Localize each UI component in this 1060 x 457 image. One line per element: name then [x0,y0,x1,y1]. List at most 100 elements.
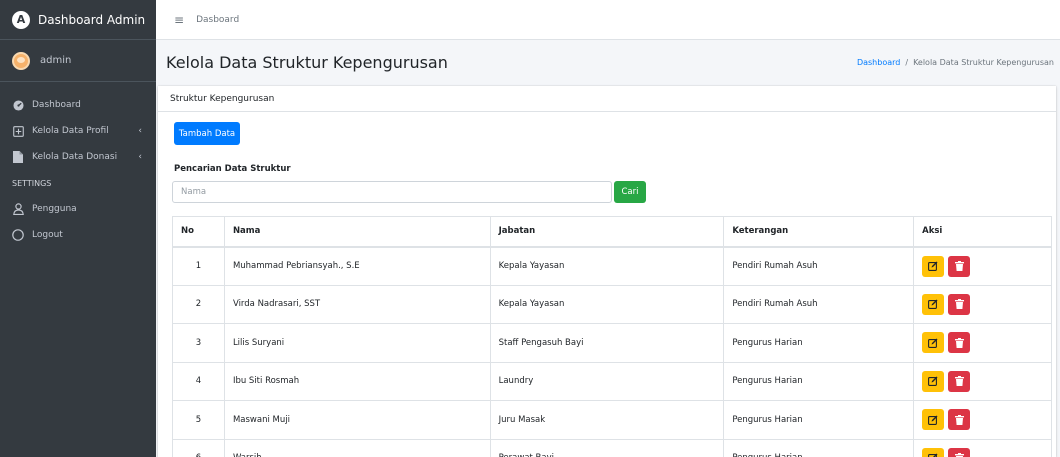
cell-keterangan: Pengurus Harian [723,438,915,457]
sidebar-item-label: Logout [32,230,63,240]
cell-nama: Ibu Siti Rosmah [223,361,491,401]
sidebar-item-label: Pengguna [32,204,77,214]
cell-aksi [913,284,1052,324]
edit-icon [928,415,938,425]
column-header-aksi: Aksi [913,216,1052,248]
sidebar-nav: Dashboard Kelola Data Profil ‹ Kelola Da… [0,82,156,248]
cell-nama: Virda Nadrasari, SST [223,284,491,324]
delete-button[interactable] [948,409,971,431]
user-panel[interactable]: admin [0,40,156,82]
cell-jabatan: Laundry [489,361,725,401]
sidebar-item-dashboard[interactable]: Dashboard [0,92,156,118]
cell-keterangan: Pengurus Harian [723,323,915,363]
column-header-jabatan: Jabatan [489,216,725,248]
trash-icon [954,299,964,310]
brand-link[interactable]: A Dashboard Admin [0,0,156,40]
table-row: 1 Muhammad Pebriansyah., S.E Kepala Yaya… [172,246,1052,286]
user-name: admin [40,55,72,66]
brand-text: Dashboard Admin [38,12,146,27]
delete-button[interactable] [948,447,971,457]
cell-nama: Warsih [223,438,491,457]
search-label: Pencarian Data Struktur [174,164,291,174]
cell-aksi [913,361,1052,401]
avatar [12,51,30,70]
breadcrumb: Dashboard / Kelola Data Struktur Kepenguru… [857,58,1054,67]
cell-no: 3 [172,323,225,363]
sidebar-item-kelola-data-donasi[interactable]: Kelola Data Donasi ‹ [0,144,156,170]
sidebar-item-label: Dashboard [32,100,81,110]
sidebar-item-kelola-data-profil[interactable]: Kelola Data Profil ‹ [0,118,156,144]
search-input[interactable] [172,181,612,203]
menu-toggle-icon[interactable]: ≡ [174,13,184,27]
edit-icon [928,338,938,348]
column-header-no: No [172,216,225,248]
cell-jabatan: Kepala Yayasan [489,284,725,324]
cell-keterangan: Pengurus Harian [723,361,915,401]
cell-no: 6 [172,438,225,457]
sidebar-item-logout[interactable]: Logout [0,222,156,248]
table-row: 6 Warsih Perawat Bayi Pengurus Harian [172,438,1052,457]
edit-icon [928,261,938,271]
top-navbar: ≡ Dasboard [156,0,1060,40]
edit-button[interactable] [922,447,945,457]
delete-button[interactable] [948,293,971,315]
breadcrumb-separator: / [905,57,909,67]
cell-aksi [913,323,1052,363]
user-icon [12,203,24,215]
table-body: 1 Muhammad Pebriansyah., S.E Kepala Yaya… [172,246,1052,457]
action-group [922,447,1051,457]
trash-icon [954,453,964,457]
sidebar-item-label: Kelola Data Profil [32,126,109,136]
trash-icon [954,376,964,387]
cell-aksi [913,438,1052,457]
edit-button[interactable] [922,293,945,315]
delete-button[interactable] [948,370,971,392]
add-data-button[interactable]: Tambah Data [174,122,240,145]
column-header-keterangan: Keterangan [723,216,915,248]
cell-nama: Muhammad Pebriansyah., S.E [223,246,491,286]
cell-jabatan: Kepala Yayasan [489,246,725,286]
brand-logo-icon: A [12,10,30,29]
cell-no: 2 [172,284,225,324]
edit-icon [928,376,938,387]
struktur-card: Struktur Kepengurusan Tambah Data Pencar… [158,86,1056,457]
sidebar-item-pengguna[interactable]: Pengguna [0,196,156,222]
table-row: 2 Virda Nadrasari, SST Kepala Yayasan Pe… [172,284,1052,324]
search-button[interactable]: Cari [614,181,646,203]
file-icon [12,151,24,163]
delete-button[interactable] [948,255,971,277]
topbar-home-link[interactable]: Dasboard [196,15,239,25]
cell-jabatan: Juru Masak [489,400,725,440]
sidebar-item-label: Kelola Data Donasi [32,152,118,162]
delete-button[interactable] [948,332,971,354]
cell-no: 5 [172,400,225,440]
breadcrumb-home-link[interactable]: Dashboard [857,58,900,67]
edit-button[interactable] [922,255,945,277]
struktur-table-wrap: No Nama Jabatan Keterangan Aksi 1 Muhamm… [172,216,1052,457]
cell-jabatan: Staff Pengasuh Bayi [489,323,725,363]
cell-no: 4 [172,361,225,401]
cell-no: 1 [172,246,225,286]
cell-keterangan: Pendiri Rumah Asuh [723,246,915,286]
chevron-left-icon: ‹ [138,152,142,162]
sidebar: A Dashboard Admin admin Dashboard Kelola… [0,0,156,457]
action-group [922,255,1051,277]
table-row: 5 Maswani Muji Juru Masak Pengurus Haria… [172,400,1052,440]
breadcrumb-current: Kelola Data Struktur Kepengurusan [913,57,1054,67]
cell-keterangan: Pendiri Rumah Asuh [723,284,915,324]
nav-header-settings: SETTINGS [12,178,52,188]
action-group [922,370,1051,392]
cell-keterangan: Pengurus Harian [723,400,915,440]
trash-icon [954,337,964,348]
edit-icon [928,453,938,457]
cell-jabatan: Perawat Bayi [489,438,725,457]
action-group [922,409,1051,431]
page-title: Kelola Data Struktur Kepengurusan [166,52,448,72]
edit-button[interactable] [922,409,945,431]
edit-button[interactable] [922,332,945,354]
table-row: 3 Lilis Suryani Staff Pengasuh Bayi Peng… [172,323,1052,363]
cell-aksi [913,400,1052,440]
edit-button[interactable] [922,370,945,392]
cell-nama: Maswani Muji [223,400,491,440]
action-group [922,332,1051,354]
